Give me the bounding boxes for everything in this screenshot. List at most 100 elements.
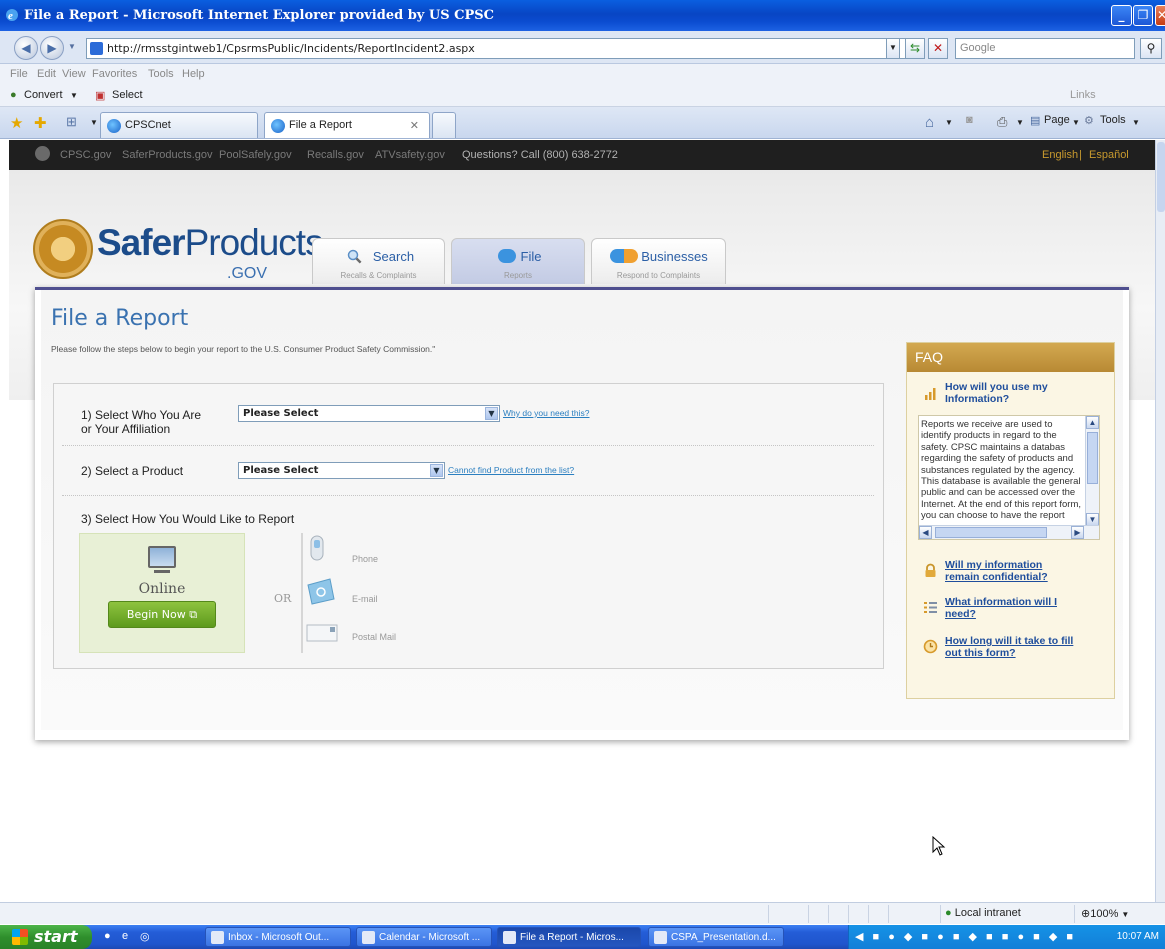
- quick-launch-outlook-icon[interactable]: ◎: [140, 930, 150, 943]
- link-english[interactable]: English: [1042, 149, 1078, 161]
- faq-what-info-link[interactable]: What information will Ineed?: [945, 596, 1057, 620]
- link-saferproducts-gov[interactable]: SaferProducts.gov: [122, 149, 213, 161]
- feeds-icon[interactable]: ◙: [966, 114, 973, 126]
- zoom-dropdown-icon[interactable]: ▼: [1121, 910, 1129, 919]
- page-scroll-thumb[interactable]: [1157, 142, 1165, 212]
- chevron-down-icon: ▼: [485, 407, 498, 420]
- online-label: Online: [138, 581, 186, 597]
- window-title-bar[interactable]: e File a Report - Microsoft Internet Exp…: [0, 0, 1165, 31]
- home-dropdown-icon[interactable]: ▼: [945, 118, 953, 127]
- faq-how-long-link[interactable]: How long will it take to fill out this fo…: [945, 635, 1073, 659]
- site-tab-file[interactable]: File Reports: [451, 238, 585, 284]
- link-recalls-gov[interactable]: Recalls.gov: [307, 149, 364, 161]
- menu-view[interactable]: View: [62, 68, 86, 80]
- mouse-cursor-icon: [932, 836, 946, 856]
- faq-answer-scrollbox[interactable]: Reports we receive are used to identify …: [918, 415, 1100, 540]
- search-placeholder: Google: [960, 42, 996, 54]
- close-tab-icon[interactable]: ✕: [410, 119, 419, 132]
- menu-favorites[interactable]: Favorites: [92, 68, 137, 80]
- link-espanol[interactable]: Español: [1089, 149, 1129, 161]
- convert-button[interactable]: Convert: [24, 89, 63, 101]
- task-inbox[interactable]: Inbox - Microsoft Out...: [205, 927, 351, 947]
- menu-file[interactable]: File: [10, 68, 28, 80]
- menu-edit[interactable]: Edit: [37, 68, 56, 80]
- task-file-a-report[interactable]: File a Report - Micros...: [497, 927, 641, 947]
- scroll-thumb[interactable]: [1087, 432, 1098, 484]
- site-tab-businesses[interactable]: Businesses Respond to Complaints: [591, 238, 726, 284]
- start-button[interactable]: start: [0, 925, 92, 949]
- site-tab-search[interactable]: Search Recalls & Complaints: [312, 238, 445, 284]
- saferproducts-logo[interactable]: SaferProducts: [97, 222, 324, 264]
- begin-now-button[interactable]: Begin Now ⧉: [108, 601, 216, 628]
- scroll-right-icon[interactable]: ▶: [1071, 526, 1084, 539]
- site-tab-businesses-label: Businesses: [641, 249, 708, 264]
- scroll-up-icon[interactable]: ▲: [1086, 416, 1099, 429]
- quick-tabs-icon[interactable]: ⊞: [66, 114, 77, 130]
- address-dropdown-icon[interactable]: ▼: [886, 38, 900, 59]
- link-atvsafety-gov[interactable]: ATVsafety.gov: [375, 149, 445, 161]
- tools-dropdown-icon[interactable]: ▼: [1132, 118, 1140, 127]
- tab-list-icon[interactable]: ▼: [90, 118, 98, 127]
- phone-option[interactable]: Phone: [352, 554, 378, 564]
- print-dropdown-icon[interactable]: ▼: [1016, 118, 1024, 127]
- close-button[interactable]: ✕: [1155, 5, 1165, 26]
- status-cell: [888, 905, 908, 923]
- site-header: SaferProducts .GOV Search Recalls & Comp…: [9, 170, 1155, 740]
- new-tab-button[interactable]: [432, 112, 456, 138]
- back-button[interactable]: ◀: [14, 36, 38, 60]
- tools-menu[interactable]: Tools: [1100, 114, 1126, 126]
- faq-q4-line2: out this form?: [945, 647, 1016, 659]
- tab-file-a-report[interactable]: File a Report ✕: [264, 112, 430, 138]
- address-bar[interactable]: http://rmsstgintweb1/CpsrmsPublic/Incide…: [86, 38, 906, 59]
- postal-mail-option[interactable]: Postal Mail: [352, 632, 396, 642]
- security-zone[interactable]: ● Local intranet: [940, 905, 1068, 923]
- links-button[interactable]: Links: [1070, 89, 1096, 101]
- print-icon[interactable]: ⎙: [997, 114, 1007, 130]
- menu-tools[interactable]: Tools: [148, 68, 174, 80]
- home-icon[interactable]: ⌂: [925, 114, 934, 131]
- page-dropdown-icon[interactable]: ▼: [1072, 118, 1080, 127]
- add-favorite-icon[interactable]: ✚: [34, 114, 47, 132]
- why-need-this-link[interactable]: Why do you need this?: [503, 408, 589, 418]
- tray-icons[interactable]: ◀ ■ ● ◆ ■ ● ■ ◆ ■ ■ ● ■ ◆ ■: [855, 930, 1076, 943]
- divider: [62, 445, 874, 446]
- history-dropdown-icon[interactable]: ▼: [68, 42, 76, 51]
- task-cspa-presentation[interactable]: CSPA_Presentation.d...: [648, 927, 784, 947]
- maximize-button[interactable]: ❐: [1133, 5, 1153, 26]
- online-report-option[interactable]: Online Begin Now ⧉: [79, 533, 245, 653]
- zoom-control[interactable]: ⊕100% ▼: [1074, 905, 1165, 923]
- vertical-scrollbar[interactable]: ▲ ▼: [1085, 416, 1099, 526]
- page-scrollbar[interactable]: [1155, 140, 1165, 902]
- faq-confidential-link[interactable]: Will my information remain confidential?: [945, 559, 1048, 583]
- quick-launch-ie-icon[interactable]: e: [122, 930, 128, 942]
- search-input[interactable]: Google: [955, 38, 1135, 59]
- tab-cpscnet[interactable]: CPSCnet: [100, 112, 258, 138]
- forward-button[interactable]: ▶: [40, 36, 64, 60]
- scroll-thumb[interactable]: [935, 527, 1047, 538]
- horizontal-scrollbar[interactable]: ◀ ▶: [919, 525, 1099, 539]
- affiliation-select[interactable]: Please Select ▼: [238, 405, 500, 422]
- bar-chart-icon: [925, 388, 936, 400]
- refresh-icon[interactable]: ⇆: [905, 38, 925, 59]
- lang-separator: |: [1079, 149, 1082, 161]
- faq-how-use-info: How will you use my Information?: [945, 381, 1048, 405]
- convert-dropdown-icon[interactable]: ▼: [70, 91, 78, 100]
- scroll-left-icon[interactable]: ◀: [919, 526, 932, 539]
- email-option[interactable]: E-mail: [352, 594, 378, 604]
- page-menu-icon: ▤: [1030, 115, 1041, 127]
- cannot-find-product-link[interactable]: Cannot find Product from the list?: [448, 465, 574, 475]
- link-poolsafely-gov[interactable]: PoolSafely.gov: [219, 149, 292, 161]
- search-icon[interactable]: ⚲: [1140, 38, 1162, 59]
- minimize-button[interactable]: _: [1111, 5, 1132, 26]
- product-select[interactable]: Please Select ▼: [238, 462, 445, 479]
- globe-icon: ●: [945, 907, 952, 919]
- quick-launch-icon[interactable]: ●: [104, 930, 111, 942]
- page-menu[interactable]: Page: [1044, 114, 1070, 126]
- menu-help[interactable]: Help: [182, 68, 205, 80]
- select-button[interactable]: Select: [112, 89, 143, 101]
- link-cpsc-gov[interactable]: CPSC.gov: [60, 149, 111, 161]
- task-calendar[interactable]: Calendar - Microsoft ...: [356, 927, 492, 947]
- stop-icon[interactable]: ✕: [928, 38, 948, 59]
- links-toolbar: ● Convert ▼ ▣ Select Links: [0, 84, 1165, 107]
- favorites-star-icon[interactable]: ★: [10, 114, 23, 132]
